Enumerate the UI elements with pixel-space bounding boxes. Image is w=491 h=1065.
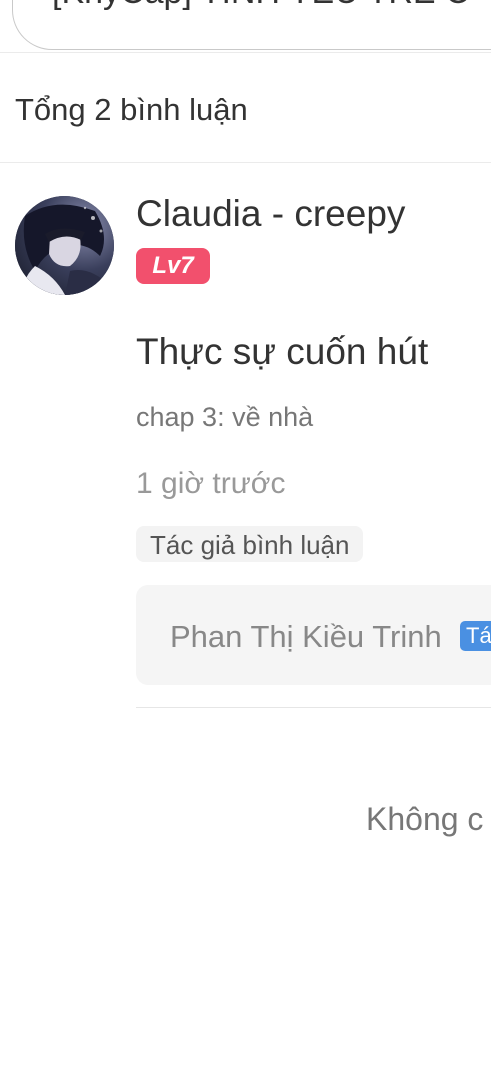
avatar[interactable] — [15, 196, 114, 295]
comments-page: [KhyCap] TÌNH YÊU TRE C Tổng 2 bình luận… — [0, 0, 491, 1065]
comment-text: Thực sự cuốn hút — [136, 331, 429, 372]
level-badge: Lv7 — [136, 248, 210, 284]
divider — [0, 162, 491, 163]
username[interactable]: Claudia - creepy — [136, 192, 405, 236]
divider — [0, 52, 491, 53]
end-of-list-note: Không c — [366, 801, 484, 837]
reply-preview[interactable]: Phan Thị Kiều Trinh Tá — [136, 585, 491, 685]
comment-count: Tổng 2 bình luận — [15, 92, 248, 127]
author-comment-tag: Tác giả bình luận — [136, 526, 364, 562]
avatar-image — [15, 196, 114, 295]
divider — [136, 707, 491, 708]
title-text: [KhyCap] TÌNH YÊU TRE C — [52, 0, 470, 14]
reply-author-name: Phan Thị Kiều Trinh — [170, 619, 442, 654]
timestamp: 1 giờ trước — [136, 467, 286, 500]
chapter-link[interactable]: chap 3: về nhà — [136, 400, 313, 434]
author-badge: Tá — [460, 621, 491, 651]
